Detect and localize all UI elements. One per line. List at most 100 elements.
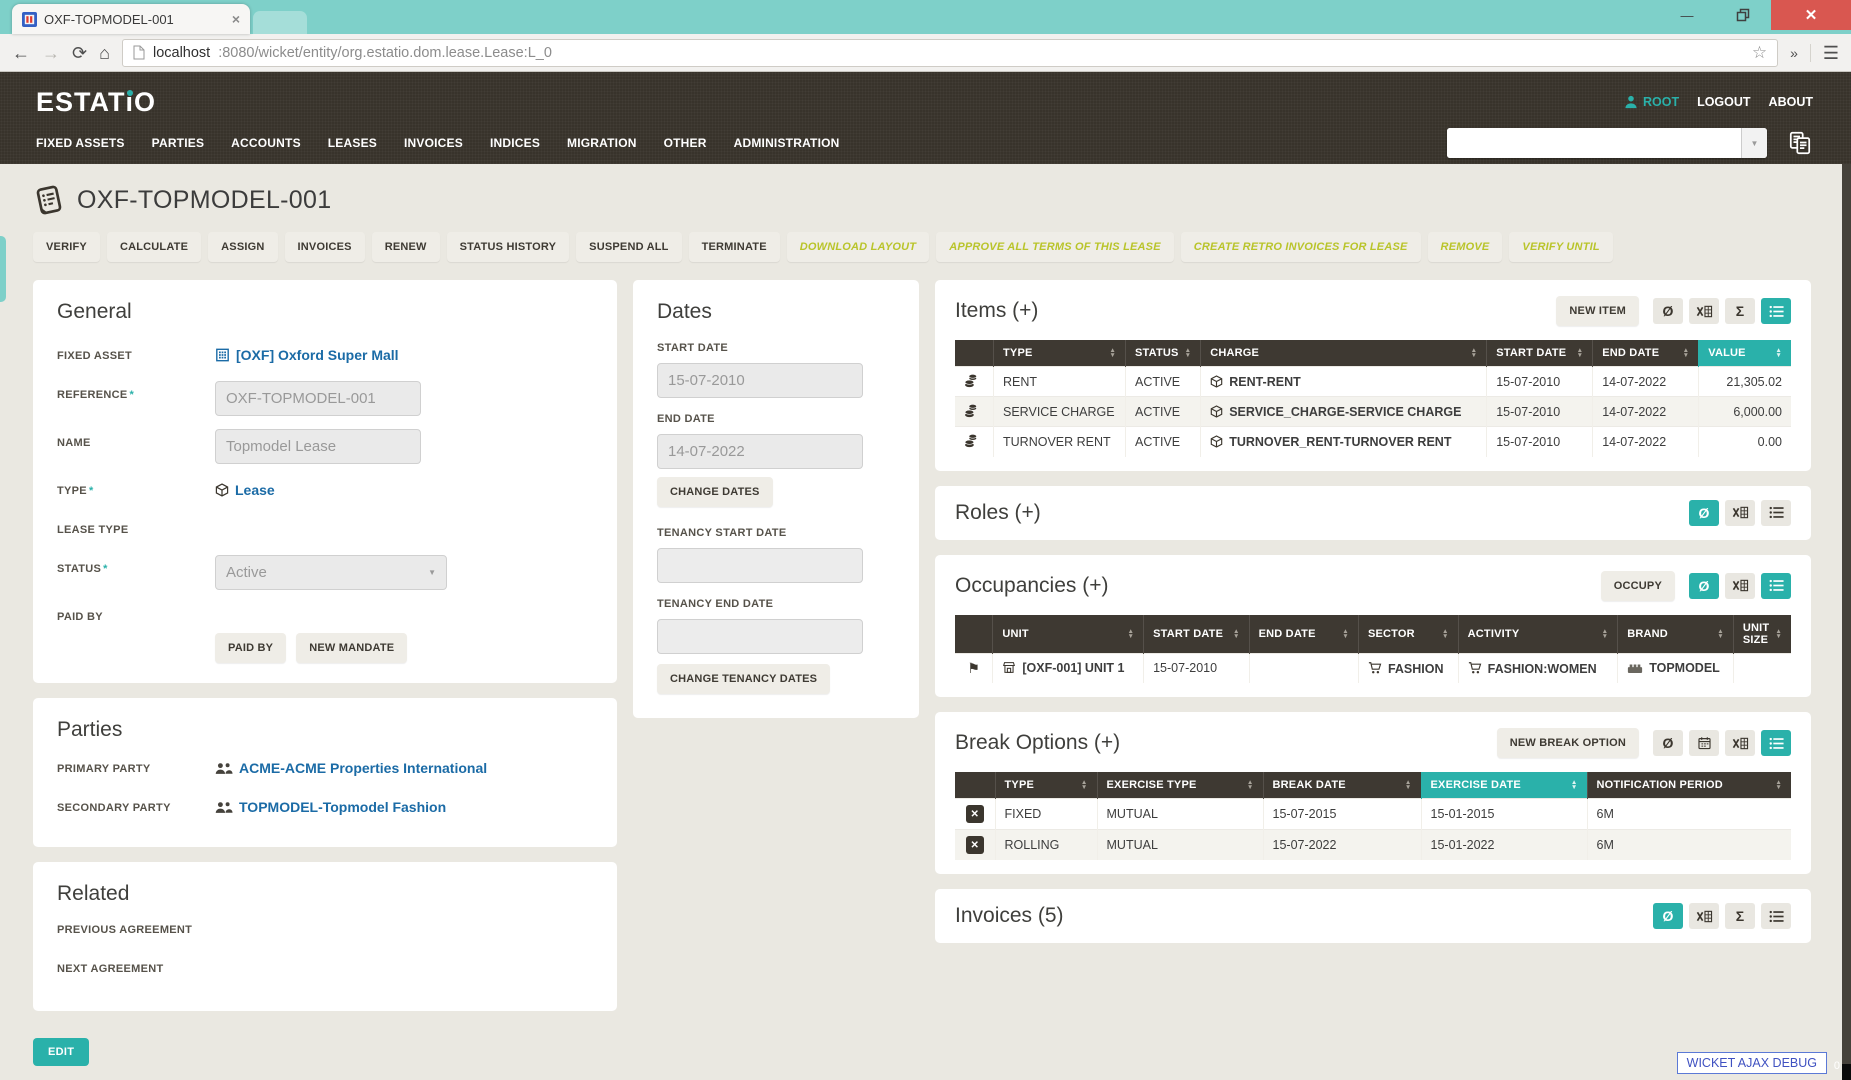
tenancy-end-date-field[interactable] (657, 619, 863, 654)
sort-icon[interactable]: ▲▼ (1342, 629, 1349, 639)
sort-icon[interactable]: ▲▼ (1081, 780, 1088, 790)
sort-icon[interactable]: ▲▼ (1471, 348, 1478, 358)
sort-icon[interactable]: ▲▼ (1571, 780, 1578, 790)
hide-columns-icon[interactable]: Ø (1653, 730, 1683, 756)
invoices-button[interactable]: INVOICES (285, 232, 365, 262)
table-row[interactable]: SERVICE CHARGE ACTIVE SERVICE_CHARGE-SER… (955, 397, 1791, 427)
reference-field[interactable] (215, 381, 421, 416)
verify-button[interactable]: VERIFY (33, 232, 100, 262)
col-charge[interactable]: CHARGE▲▼ (1201, 340, 1487, 367)
nav-leases[interactable]: LEASES (328, 136, 377, 150)
nav-other[interactable]: OTHER (664, 136, 707, 150)
sort-icon[interactable]: ▲▼ (1185, 348, 1192, 358)
col-notification-period[interactable]: NOTIFICATION PERIOD▲▼ (1587, 772, 1791, 799)
excel-export-icon[interactable] (1725, 500, 1755, 526)
sort-icon[interactable]: ▲▼ (1233, 629, 1240, 639)
forward-icon[interactable]: → (42, 44, 60, 62)
col-type[interactable]: TYPE▲▼ (995, 772, 1097, 799)
tab-close-icon[interactable]: × (232, 11, 240, 27)
hide-columns-icon[interactable]: Ø (1653, 298, 1683, 324)
nav-indices[interactable]: INDICES (490, 136, 540, 150)
nav-administration[interactable]: ADMINISTRATION (734, 136, 840, 150)
sort-icon[interactable]: ▲▼ (1247, 780, 1254, 790)
nav-parties[interactable]: PARTIES (152, 136, 205, 150)
col-unit-size[interactable]: UNIT SIZE▲▼ (1733, 615, 1791, 654)
minimize-button[interactable]: — (1659, 0, 1715, 30)
about-link[interactable]: ABOUT (1769, 95, 1813, 109)
address-bar[interactable]: localhost:8080/wicket/entity/org.estatio… (122, 39, 1778, 67)
nav-invoices[interactable]: INVOICES (404, 136, 463, 150)
sort-icon[interactable]: ▲▼ (1717, 629, 1724, 639)
nav-migration[interactable]: MIGRATION (567, 136, 637, 150)
hide-columns-icon[interactable]: Ø (1653, 903, 1683, 929)
col-exercise-date[interactable]: EXERCISE DATE▲▼ (1421, 772, 1587, 799)
end-date-field[interactable] (657, 434, 863, 469)
approve-all-terms-button[interactable]: APPROVE ALL TERMS OF THIS LEASE (936, 232, 1174, 262)
sort-icon[interactable]: ▲▼ (1577, 348, 1584, 358)
edit-button[interactable]: EDIT (33, 1038, 89, 1066)
wicket-ajax-debug-link[interactable]: WICKET AJAX DEBUG (1677, 1052, 1827, 1074)
excel-export-icon[interactable] (1689, 298, 1719, 324)
table-row[interactable]: RENT ACTIVE RENT-RENT 15-07-2010 14-07-2… (955, 367, 1791, 397)
table-row[interactable]: TURNOVER RENT ACTIVE TURNOVER_RENT-TURNO… (955, 427, 1791, 457)
logout-link[interactable]: LOGOUT (1697, 95, 1750, 109)
col-type[interactable]: TYPE▲▼ (994, 340, 1126, 367)
new-mandate-button[interactable]: NEW MANDATE (296, 633, 407, 663)
page-scrollbar[interactable] (1842, 164, 1851, 1080)
remove-button[interactable]: REMOVE (1428, 232, 1503, 262)
status-select[interactable]: Active ▼ (215, 555, 447, 590)
list-view-icon[interactable] (1761, 730, 1791, 756)
table-row[interactable]: ✕ ROLLING MUTUAL 15-07-2022 15-01-2022 6… (955, 830, 1791, 861)
col-activity[interactable]: ACTIVITY▲▼ (1458, 615, 1618, 654)
list-view-icon[interactable] (1761, 500, 1791, 526)
col-start-date[interactable]: START DATE▲▼ (1144, 615, 1249, 654)
status-history-button[interactable]: STATUS HISTORY (447, 232, 570, 262)
sort-icon[interactable]: ▲▼ (1127, 629, 1134, 639)
col-sector[interactable]: SECTOR▲▼ (1358, 615, 1458, 654)
new-tab-button[interactable] (253, 11, 307, 34)
occupy-button[interactable]: OCCUPY (1601, 571, 1675, 601)
assign-button[interactable]: ASSIGN (208, 232, 277, 262)
paid-by-button[interactable]: PAID BY (215, 633, 286, 663)
sort-icon[interactable]: ▲▼ (1683, 348, 1690, 358)
nav-accounts[interactable]: ACCOUNTS (231, 136, 301, 150)
renew-button[interactable]: RENEW (372, 232, 440, 262)
table-row[interactable]: ⚑ [OXF-001] UNIT 1 15-07-2010 FASHION FA… (955, 653, 1791, 683)
change-dates-button[interactable]: CHANGE DATES (657, 477, 773, 507)
table-row[interactable]: ✕ FIXED MUTUAL 15-07-2015 15-01-2015 6M (955, 799, 1791, 830)
sort-icon[interactable]: ▲▼ (1405, 780, 1412, 790)
restore-button[interactable] (1715, 0, 1771, 30)
user-menu[interactable]: ROOT (1624, 95, 1679, 109)
search-input[interactable] (1447, 128, 1741, 158)
col-start-date[interactable]: START DATE▲▼ (1487, 340, 1593, 367)
new-break-option-button[interactable]: NEW BREAK OPTION (1497, 728, 1639, 758)
tenancy-start-date-field[interactable] (657, 548, 863, 583)
sort-icon[interactable]: ▲▼ (1109, 348, 1116, 358)
col-end-date[interactable]: END DATE▲▼ (1249, 615, 1358, 654)
nav-fixed-assets[interactable]: FIXED ASSETS (36, 136, 125, 150)
sort-icon[interactable]: ▲▼ (1775, 348, 1782, 358)
calendar-icon[interactable] (1689, 730, 1719, 756)
hide-columns-icon[interactable]: Ø (1689, 573, 1719, 599)
hide-columns-icon[interactable]: Ø (1689, 500, 1719, 526)
col-unit[interactable]: UNIT▲▼ (993, 615, 1144, 654)
col-value[interactable]: VALUE▲▼ (1699, 340, 1791, 367)
summary-sigma-icon[interactable]: Σ (1725, 298, 1755, 324)
list-view-icon[interactable] (1761, 298, 1791, 324)
excel-export-icon[interactable] (1689, 903, 1719, 929)
back-icon[interactable]: ← (12, 44, 30, 62)
calculate-button[interactable]: CALCULATE (107, 232, 201, 262)
create-retro-invoices-button[interactable]: CREATE RETRO INVOICES FOR LEASE (1181, 232, 1421, 262)
summary-sigma-icon[interactable]: Σ (1725, 903, 1755, 929)
new-item-button[interactable]: NEW ITEM (1556, 296, 1639, 326)
primary-party-link[interactable]: ACME-ACME Properties International (215, 760, 487, 776)
browser-menu-icon[interactable]: ☰ (1823, 44, 1839, 62)
change-tenancy-dates-button[interactable]: CHANGE TENANCY DATES (657, 664, 830, 694)
excel-export-icon[interactable] (1725, 573, 1755, 599)
type-link[interactable]: Lease (215, 482, 275, 498)
col-brand[interactable]: BRAND▲▼ (1618, 615, 1734, 654)
home-icon[interactable]: ⌂ (99, 44, 110, 62)
sort-icon[interactable]: ▲▼ (1602, 629, 1609, 639)
col-end-date[interactable]: END DATE▲▼ (1593, 340, 1699, 367)
col-exercise-type[interactable]: EXERCISE TYPE▲▼ (1097, 772, 1263, 799)
